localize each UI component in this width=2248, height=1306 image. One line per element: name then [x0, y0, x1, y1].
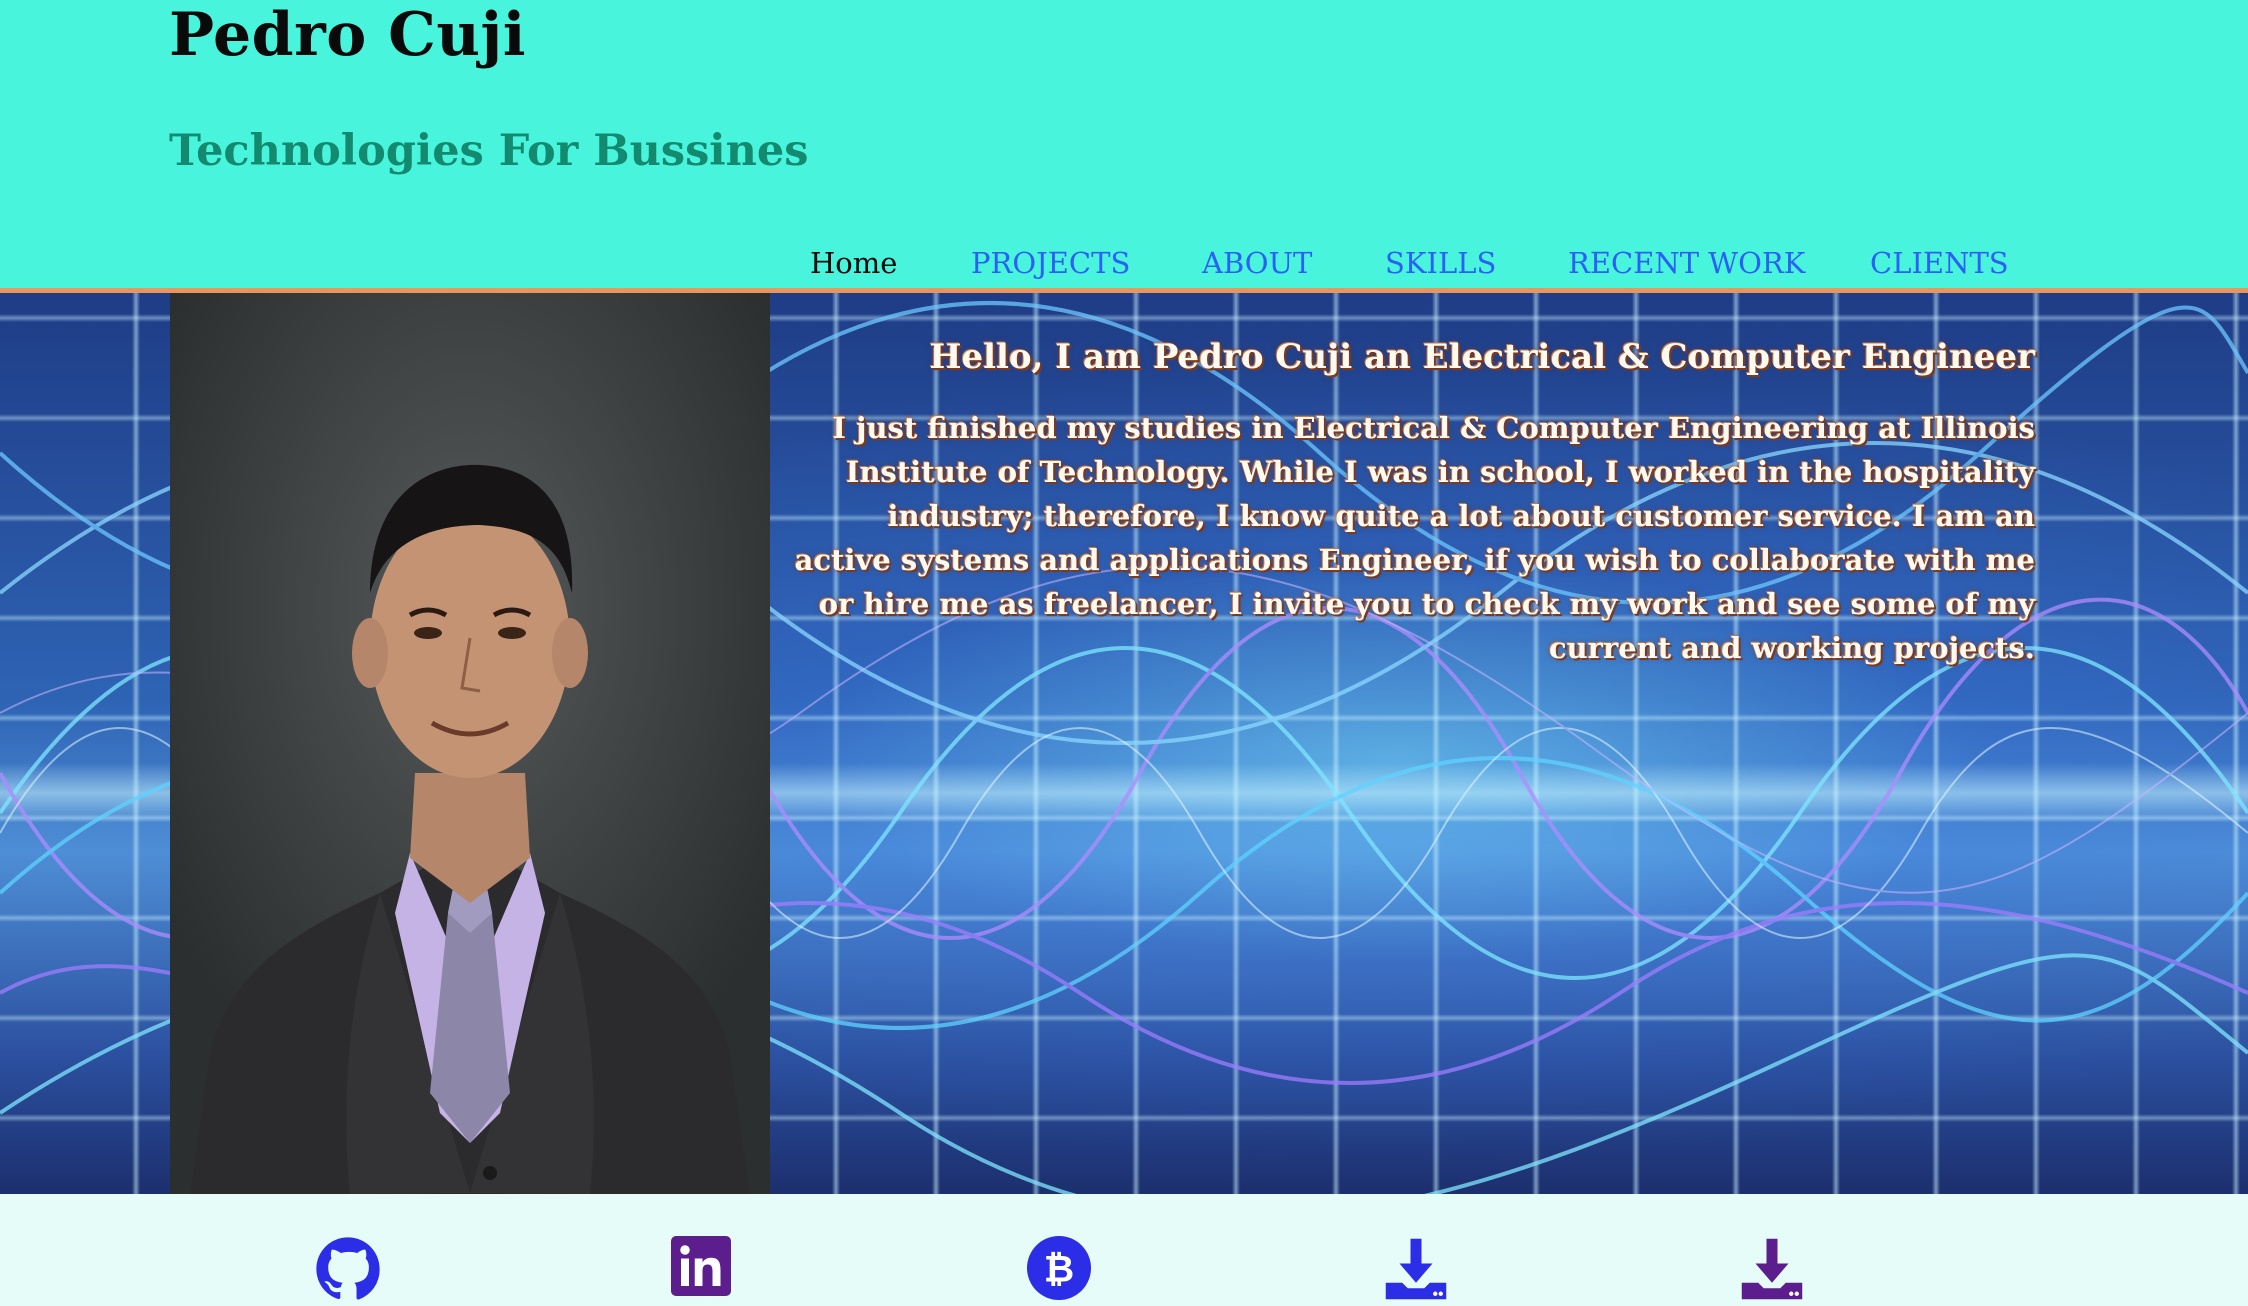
svg-text:₿: ₿	[1044, 1246, 1074, 1290]
nav-recent-work[interactable]: RECENT WORK	[1568, 246, 1805, 280]
nav-home[interactable]: Home	[810, 246, 897, 280]
nav-clients[interactable]: CLIENTS	[1870, 246, 2009, 280]
download-portfolio-link[interactable]	[1739, 1236, 1805, 1302]
download-icon	[1741, 1238, 1803, 1300]
hero-heading: Hello, I am Pedro Cuji an Electrical & C…	[929, 337, 2035, 377]
github-link[interactable]	[315, 1236, 381, 1302]
portrait-illustration	[170, 293, 770, 1194]
hero-paragraph: I just finished my studies in Electrical…	[794, 411, 2035, 665]
profile-photo	[170, 293, 770, 1194]
nav-skills[interactable]: SKILLS	[1385, 246, 1496, 280]
download-resume-link[interactable]	[1383, 1236, 1449, 1302]
github-icon	[316, 1237, 380, 1300]
nav-projects[interactable]: PROJECTS	[971, 246, 1130, 280]
linkedin-icon	[671, 1236, 731, 1296]
site-title: Pedro Cuji	[169, 0, 527, 70]
linkedin-link[interactable]	[671, 1236, 737, 1302]
hero-intro: Hello, I am Pedro Cuji an Electrical & C…	[790, 333, 2035, 670]
social-links-bar: ₿	[0, 1194, 2248, 1302]
bitcoin-link[interactable]: ₿	[1027, 1236, 1093, 1302]
nav-about[interactable]: ABOUT	[1202, 246, 1312, 280]
site-header: Pedro Cuji Technologies For Bussines Hom…	[0, 0, 2248, 293]
hero-section: Hello, I am Pedro Cuji an Electrical & C…	[0, 293, 2248, 1194]
bitcoin-icon: ₿	[1027, 1236, 1091, 1300]
site-tagline: Technologies For Bussines	[169, 126, 809, 176]
main-nav: Home PROJECTS ABOUT SKILLS RECENT WORK C…	[0, 246, 2248, 286]
download-icon	[1385, 1238, 1447, 1300]
